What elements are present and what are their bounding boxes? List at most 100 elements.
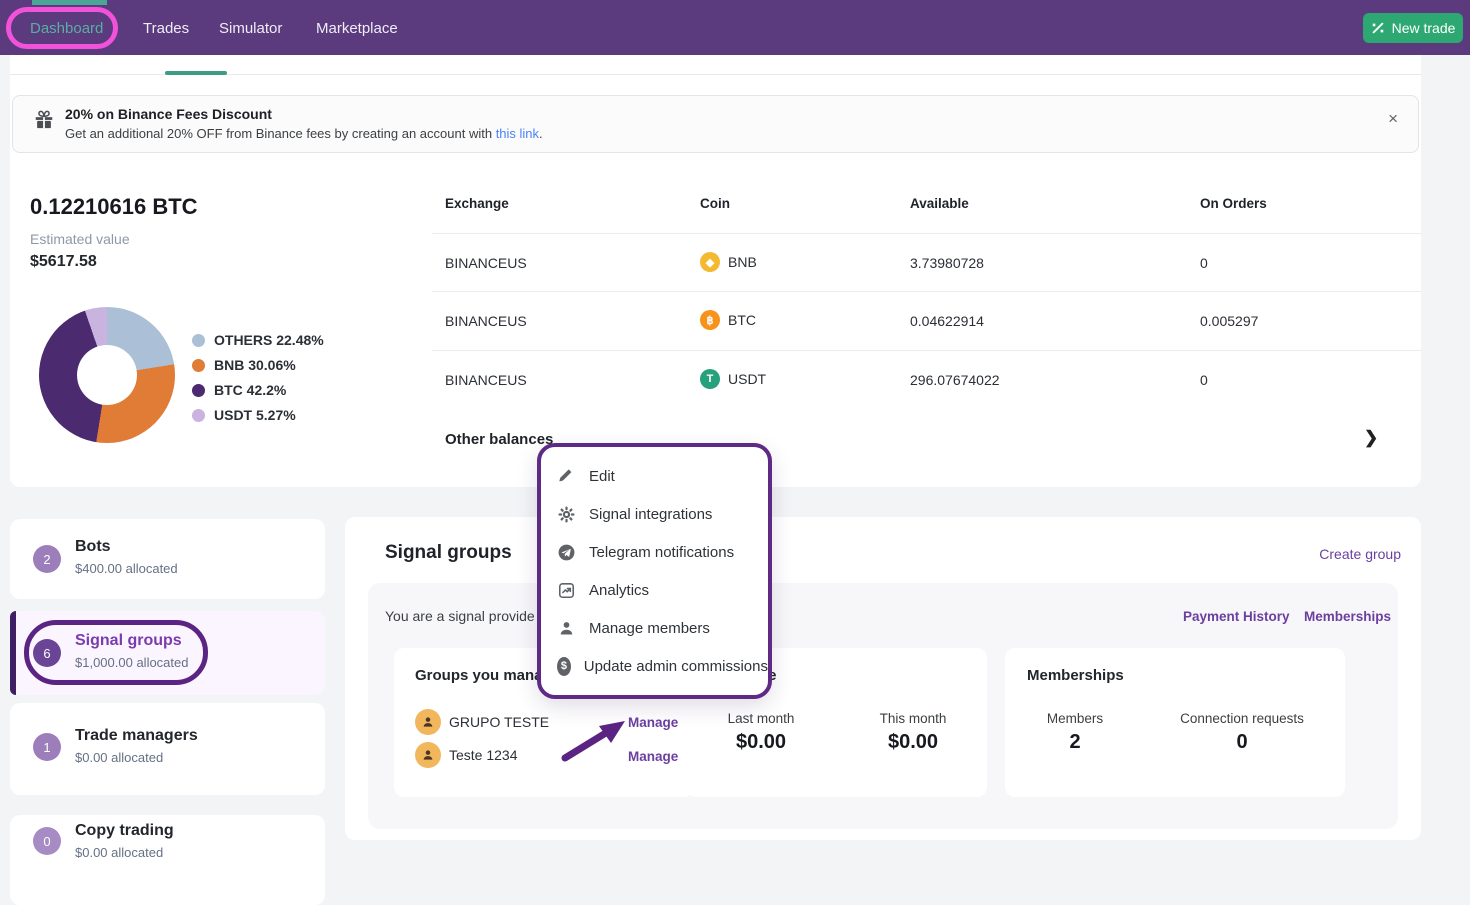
coin-label: USDT: [728, 371, 766, 387]
coin-label: BNB: [728, 254, 757, 270]
signal-provider-panel: You are a signal provide Payment History…: [368, 583, 1398, 829]
revenue-this-month-value: $0.00: [853, 731, 973, 754]
group-avatar: [415, 709, 441, 735]
dollar-icon: $: [557, 657, 571, 676]
estimated-value-label: Estimated value: [30, 231, 130, 247]
col-header-exchange: Exchange: [445, 196, 509, 211]
chevron-right-icon[interactable]: ❯: [1364, 428, 1378, 448]
person-icon: [420, 747, 436, 763]
menu-label: Signal integrations: [589, 506, 712, 523]
legend-item: USDT 5.27%: [192, 405, 296, 425]
group-name: Teste 1234: [449, 747, 518, 763]
menu-item-update-admin-commissions[interactable]: $ Update admin commissions: [557, 657, 768, 676]
group-avatar: [415, 742, 441, 768]
banner-body-text: Get an additional 20% OFF from Binance f…: [65, 126, 496, 141]
sidebar-item-signal-groups[interactable]: 6 Signal groups $1,000.00 allocated: [10, 611, 325, 695]
dashboard-screen: Dashboard Trades Simulator Marketplace N…: [0, 0, 1470, 864]
members-value: 2: [1015, 731, 1135, 754]
legend-dot: [192, 409, 205, 422]
menu-item-signal-integrations[interactable]: Signal integrations: [557, 505, 768, 524]
revenue-last-month-label: Last month: [701, 711, 821, 726]
memberships-card-title: Memberships: [1027, 667, 1124, 684]
pencil-icon: [557, 467, 576, 486]
sidebar-item-subtitle: $0.00 allocated: [75, 845, 163, 860]
col-header-on-orders: On Orders: [1200, 196, 1267, 211]
subtab-active-underline: [165, 71, 227, 75]
legend-item: BTC 42.2%: [192, 380, 286, 400]
legend-label: BNB 30.06%: [214, 357, 296, 373]
cell-on-orders: 0: [1200, 372, 1208, 388]
telegram-icon: [557, 543, 576, 562]
row-divider: [432, 350, 1421, 351]
nav-item-trades[interactable]: Trades: [143, 20, 189, 37]
legend-dot: [192, 359, 205, 372]
person-icon: [557, 619, 576, 638]
trade-wand-icon: [1371, 21, 1385, 35]
create-group-link[interactable]: Create group: [1319, 546, 1401, 562]
manage-link-teste-1234[interactable]: Manage: [628, 749, 678, 764]
manage-link-grupo-teste[interactable]: Manage: [628, 715, 678, 730]
menu-label: Edit: [589, 468, 615, 485]
sidebar-item-title: Copy trading: [75, 822, 174, 840]
menu-item-manage-members[interactable]: Manage members: [557, 619, 768, 638]
sidebar-item-title: Bots: [75, 538, 111, 556]
selected-indicator: [10, 611, 16, 695]
memberships-link[interactable]: Memberships: [1304, 609, 1391, 624]
col-header-coin: Coin: [700, 196, 730, 211]
payment-history-link[interactable]: Payment History: [1183, 609, 1290, 624]
close-icon[interactable]: ×: [1388, 110, 1398, 127]
members-label: Members: [1015, 711, 1135, 726]
banner-body: Get an additional 20% OFF from Binance f…: [65, 126, 543, 141]
nav-item-dashboard[interactable]: Dashboard: [30, 20, 103, 37]
legend-item: BNB 30.06%: [192, 355, 296, 375]
person-icon: [420, 714, 436, 730]
row-divider: [432, 233, 1421, 234]
cell-coin: T USDT: [700, 369, 766, 389]
sidebar-item-subtitle: $1,000.00 allocated: [75, 655, 188, 670]
panel-title: Signal groups: [385, 542, 512, 564]
sidebar-item-title: Signal groups: [75, 632, 182, 650]
sidebar-item-bots[interactable]: 2 Bots $400.00 allocated: [10, 519, 325, 599]
signal-groups-count-badge: 6: [33, 639, 61, 667]
cell-on-orders: 0.005297: [1200, 313, 1258, 329]
banner-title: 20% on Binance Fees Discount: [65, 106, 272, 122]
cell-available: 3.73980728: [910, 255, 984, 271]
signal-groups-panel: Signal groups Create group You are a sig…: [345, 517, 1421, 840]
nav-item-simulator[interactable]: Simulator: [219, 20, 282, 37]
gear-icon: [557, 505, 576, 524]
new-trade-button[interactable]: New trade: [1363, 13, 1463, 43]
donut-chart: [39, 307, 175, 443]
other-balances-label: Other balances: [445, 431, 553, 448]
sidebar-item-trade-managers[interactable]: 1 Trade managers $0.00 allocated: [10, 703, 325, 795]
revenue-this-month-label: This month: [853, 711, 973, 726]
sidebar-item-subtitle: $0.00 allocated: [75, 750, 163, 765]
bnb-coin-icon: ◆: [700, 252, 720, 272]
legend-label: BTC 42.2%: [214, 382, 286, 398]
banner-body-period: .: [539, 126, 543, 141]
group-context-menu: Edit Signal integrations Telegram notifi…: [537, 443, 772, 699]
group-name: GRUPO TESTE: [449, 714, 549, 730]
usdt-coin-icon: T: [700, 369, 720, 389]
banner-link[interactable]: this link: [496, 126, 539, 141]
row-divider: [432, 291, 1421, 292]
legend-item: OTHERS 22.48%: [192, 330, 324, 350]
top-nav: Dashboard Trades Simulator Marketplace N…: [0, 0, 1470, 55]
sidebar-item-copy-trading[interactable]: 0 Copy trading $0.00 allocated: [10, 815, 325, 905]
cell-coin: ฿BTC: [700, 310, 756, 330]
col-header-available: Available: [910, 196, 969, 211]
menu-item-telegram-notifications[interactable]: Telegram notifications: [557, 543, 768, 562]
portfolio-total-btc: 0.12210616 BTC: [30, 194, 198, 220]
sidebar-item-title: Trade managers: [75, 727, 198, 745]
menu-label: Update admin commissions: [584, 658, 768, 675]
cell-exchange: BINANCEUS: [445, 255, 527, 271]
legend-label: OTHERS 22.48%: [214, 332, 324, 348]
cell-coin: ◆ BNB: [700, 252, 757, 272]
estimated-value: $5617.58: [30, 253, 97, 271]
menu-item-analytics[interactable]: Analytics: [557, 581, 768, 600]
menu-item-edit[interactable]: Edit: [557, 467, 768, 486]
menu-label: Telegram notifications: [589, 544, 734, 561]
legend-dot: [192, 334, 205, 347]
connection-requests-label: Connection requests: [1172, 711, 1312, 726]
provider-text: You are a signal provide: [385, 608, 535, 624]
nav-item-marketplace[interactable]: Marketplace: [316, 20, 398, 37]
